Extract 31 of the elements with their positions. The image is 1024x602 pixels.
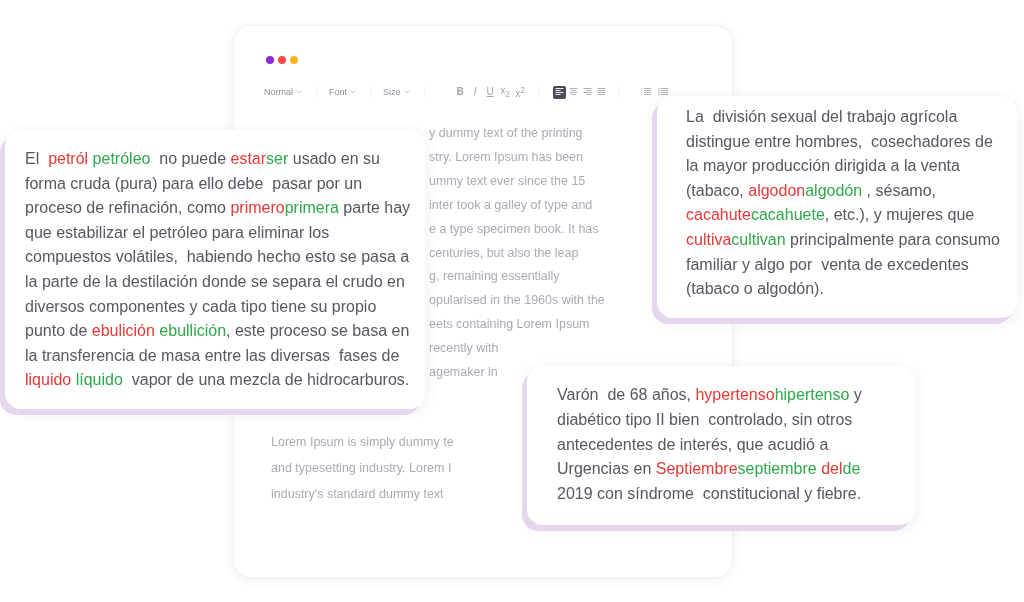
format-button[interactable]: x$^{2}$ <box>512 84 528 100</box>
placeholder-text: ummy text ever since the 15 <box>429 172 586 190</box>
placeholder-text: eets containing Lorem Ipsum <box>429 316 590 334</box>
corrected-paragraph: El petról petróleo no puede estarser usado en su forma cruda (pura) para ello debe pasar por un proceso de refinación, como primeroprimera parte hay que estabilizar el petróleo para eliminar los compuestos volátiles, habiendo hecho esto se pasa a la parte de la destilación donde se separa el crudo en diversos componentes y cada tipo tiene su propio punto de ebulición ebullición, este proceso se basa en la transferencia de masa entre las diversas fases de liquido líquido vapor de una mezcla de hidrocarburos. <box>25 149 412 391</box>
format-button[interactable]: B <box>452 86 468 98</box>
placeholder-text: Lorem Ipsum is simply dummy te <box>271 433 454 451</box>
chevron-icon <box>350 90 357 94</box>
placeholder-text: agemaker in <box>429 364 498 382</box>
placeholder-text: centuries, but also the leap <box>429 244 579 262</box>
chevron-icon <box>296 90 302 94</box>
placeholder-text: stry. Lorem Ipsum has been <box>429 148 583 166</box>
format-dropdown[interactable]: Normal <box>264 87 293 97</box>
corrected-paragraph: Varón de 68 años, hypertensohipertenso y diabético tipo II bien controlado, sin otros antecedentes de interés, que acudió a Urgencias en Septiembreseptiembre delde 2019 con síndrome constitucional y fiebre. <box>557 385 863 505</box>
placeholder-text: and typesetting industry. Lorem I <box>271 459 452 477</box>
format-dropdown[interactable]: Size <box>383 87 401 97</box>
placeholder-text: inter took a galley of type and <box>429 196 593 214</box>
chevron-icon <box>403 90 410 94</box>
placeholder-text: industry's standard dummy text <box>271 485 444 503</box>
placeholder-text: e a type specimen book. It has <box>429 220 599 238</box>
placeholder-text: g, remaining essentially <box>429 268 560 286</box>
bullet-list-icon[interactable] <box>640 88 651 96</box>
numbered-list-icon[interactable] <box>657 88 668 96</box>
placeholder-text: recently with <box>429 340 499 358</box>
align-left-icon[interactable] <box>552 85 566 99</box>
format-button[interactable]: U <box>482 86 498 98</box>
placeholder-text: y dummy text of the printing <box>429 125 583 142</box>
format-button[interactable]: I <box>467 86 483 98</box>
format-button[interactable]: x$_{2}$ <box>497 85 513 99</box>
format-dropdown[interactable]: Font <box>329 87 348 97</box>
corrected-paragraph: La división sexual del trabajo agrícola distingue entre hombres, cosechadores de la mayor producción dirigida a la venta (tabaco, algodonalgodón , sésamo, cacahutecacahuete, etc.), y mujeres que cultivacultivan principalmente para consumo familiar y algo por venta de excedentes (tabaco o algodón). <box>686 107 1001 300</box>
placeholder-text: opularised in the 1960s with the <box>429 292 605 310</box>
